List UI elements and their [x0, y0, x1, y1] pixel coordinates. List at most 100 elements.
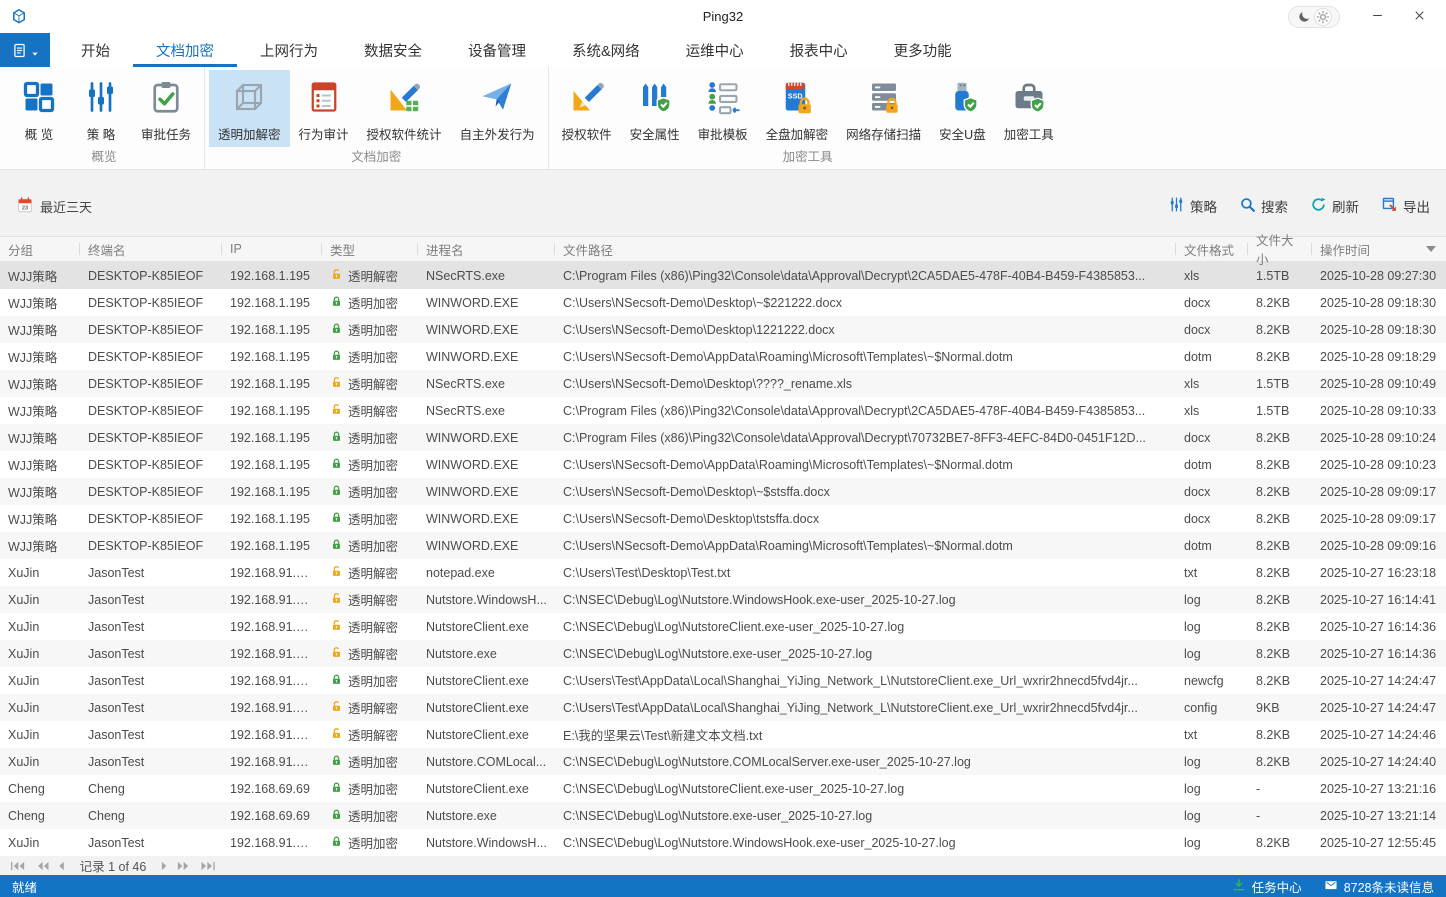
last-page-button[interactable] [199, 861, 216, 871]
table-row[interactable]: XuJinJasonTest192.168.91.140透明加密Nutstore… [0, 667, 1446, 694]
close-button[interactable] [1400, 3, 1438, 31]
app-menu-button[interactable] [0, 33, 50, 67]
ribbon-item-label: 安全属性 [630, 124, 680, 143]
tab-开始[interactable]: 开始 [58, 33, 133, 67]
table-row[interactable]: XuJinJasonTest192.168.91.140透明解密Nutstore… [0, 613, 1446, 640]
cell-process: NutstoreClient.exe [418, 674, 555, 688]
sun-icon[interactable] [1316, 10, 1330, 24]
table-row[interactable]: XuJinJasonTest192.168.91.140透明解密Nutstore… [0, 640, 1446, 667]
table-row[interactable]: ChengCheng192.168.69.69透明加密Nutstore.exeC… [0, 802, 1446, 829]
statusbar: 就绪 任务中心8728条未读信息 [0, 875, 1446, 897]
cell-path: C:\Users\Test\AppData\Local\Shanghai_YiJ… [555, 701, 1176, 715]
table-row[interactable]: WJJ策略DESKTOP-K85IEOF192.168.1.195透明加密WIN… [0, 505, 1446, 532]
table-row[interactable]: WJJ策略DESKTOP-K85IEOF192.168.1.195透明加密WIN… [0, 478, 1446, 505]
type-label: 透明加密 [348, 455, 398, 474]
table-row[interactable]: WJJ策略DESKTOP-K85IEOF192.168.1.195透明解密NSe… [0, 262, 1446, 289]
column-header-size[interactable]: 文件大小 [1248, 237, 1312, 261]
cell-process: NSecRTS.exe [418, 269, 555, 283]
column-header-terminal[interactable]: 终端名 [80, 237, 222, 261]
action-刷新[interactable]: 刷新 [1310, 196, 1359, 216]
ribbon-item-加密工具[interactable]: 加密工具 [995, 70, 1063, 147]
table-row[interactable]: WJJ策略DESKTOP-K85IEOF192.168.1.195透明加密WIN… [0, 316, 1446, 343]
column-header-time[interactable]: 操作时间 [1312, 237, 1446, 261]
ribbon-item-安全U盘[interactable]: 安全U盘 [930, 70, 995, 147]
tab-报表中心[interactable]: 报表中心 [767, 33, 871, 67]
cell-process: Nutstore.WindowsH... [418, 593, 555, 607]
action-导出[interactable]: 导出 [1381, 196, 1430, 216]
sun-icon-wrap[interactable] [1314, 8, 1332, 26]
table-row[interactable]: WJJ策略DESKTOP-K85IEOF192.168.1.195透明加密WIN… [0, 532, 1446, 559]
record-count-label: 记录 1 of 46 [80, 856, 147, 875]
date-range-filter[interactable]: 23 最近三天 [16, 196, 92, 217]
ribbon-item-授权软件[interactable]: 授权软件 [553, 70, 621, 147]
next-page-button[interactable] [161, 861, 168, 871]
minimize-button[interactable] [1358, 3, 1396, 31]
action-搜索[interactable]: 搜索 [1239, 196, 1288, 216]
tab-设备管理[interactable]: 设备管理 [445, 33, 549, 67]
table-row[interactable]: XuJinJasonTest192.168.91.140透明加密Nutstore… [0, 748, 1446, 775]
type-label: 透明加密 [348, 779, 398, 798]
table-row[interactable]: XuJinJasonTest192.168.91.140透明解密Nutstore… [0, 721, 1446, 748]
ribbon-item-授权软件统计[interactable]: 授权软件统计 [358, 70, 451, 147]
moon-icon[interactable] [1297, 10, 1311, 24]
ribbon-item-安全属性[interactable]: 安全属性 [621, 70, 689, 147]
table-row[interactable]: WJJ策略DESKTOP-K85IEOF192.168.1.195透明加密WIN… [0, 451, 1446, 478]
fast-prev-button[interactable] [36, 861, 49, 871]
column-header-group[interactable]: 分组 [0, 237, 80, 261]
type-label: 透明加密 [348, 671, 398, 690]
cell-terminal: JasonTest [80, 728, 222, 742]
table-row[interactable]: WJJ策略DESKTOP-K85IEOF192.168.1.195透明解密NSe… [0, 370, 1446, 397]
ribbon-item-全盘加解密[interactable]: SSD全盘加解密 [757, 70, 838, 147]
cell-time: 2025-10-28 09:09:16 [1312, 539, 1446, 553]
table-row[interactable]: XuJinJasonTest192.168.91.140透明解密notepad.… [0, 559, 1446, 586]
column-header-ip[interactable]: IP [222, 237, 322, 261]
statusbar-item-任务中心[interactable]: 任务中心 [1232, 877, 1302, 896]
cell-terminal: DESKTOP-K85IEOF [80, 485, 222, 499]
cell-type: 透明加密 [322, 806, 418, 825]
ribbon-item-label: 授权软件统计 [367, 124, 442, 143]
column-header-format[interactable]: 文件格式 [1176, 237, 1248, 261]
sort-desc-icon[interactable] [1426, 246, 1436, 252]
action-策略[interactable]: 策略 [1168, 196, 1217, 216]
prev-page-button[interactable] [58, 861, 65, 871]
tab-系统&网络[interactable]: 系统&网络 [549, 33, 663, 67]
table-row[interactable]: WJJ策略DESKTOP-K85IEOF192.168.1.195透明加密WIN… [0, 289, 1446, 316]
table-row[interactable]: XuJinJasonTest192.168.91.140透明加密Nutstore… [0, 829, 1446, 856]
ribbon-item-行为审计[interactable]: 行为审计 [290, 70, 358, 147]
table-row[interactable]: WJJ策略DESKTOP-K85IEOF192.168.1.195透明加密WIN… [0, 424, 1446, 451]
cell-type: 透明解密 [322, 401, 418, 420]
cell-process: NutstoreClient.exe [418, 728, 555, 742]
tab-文档加密[interactable]: 文档加密 [133, 33, 237, 67]
ribbon-item-网络存储扫描[interactable]: 网络存储扫描 [837, 70, 930, 147]
statusbar-item-8728条未读信息[interactable]: 8728条未读信息 [1324, 877, 1434, 896]
tab-数据安全[interactable]: 数据安全 [341, 33, 445, 67]
table-row[interactable]: XuJinJasonTest192.168.91.140透明解密Nutstore… [0, 586, 1446, 613]
theme-toggle[interactable] [1288, 6, 1340, 28]
lock-closed-icon [330, 781, 343, 797]
ribbon-item-审批任务[interactable]: 审批任务 [132, 70, 200, 147]
tab-运维中心[interactable]: 运维中心 [663, 33, 767, 67]
fast-next-button[interactable] [177, 861, 190, 871]
column-header-type[interactable]: 类型 [322, 237, 418, 261]
cell-format: docx [1176, 512, 1248, 526]
ribbon-item-概览[interactable]: 概 览 [8, 70, 70, 147]
cell-size: 8.2KB [1248, 458, 1312, 472]
tab-上网行为[interactable]: 上网行为 [237, 33, 341, 67]
column-header-process[interactable]: 进程名 [418, 237, 555, 261]
table-row[interactable]: WJJ策略DESKTOP-K85IEOF192.168.1.195透明加密WIN… [0, 343, 1446, 370]
lock-closed-icon [330, 430, 343, 446]
tab-更多功能[interactable]: 更多功能 [871, 33, 975, 67]
ribbon-item-自主外发行为[interactable]: 自主外发行为 [451, 70, 544, 147]
column-header-path[interactable]: 文件路径 [555, 237, 1176, 261]
cell-ip: 192.168.69.69 [222, 809, 322, 823]
first-page-button[interactable] [10, 861, 27, 871]
table-row[interactable]: WJJ策略DESKTOP-K85IEOF192.168.1.195透明解密NSe… [0, 397, 1446, 424]
ribbon-item-审批模板[interactable]: 审批模板 [689, 70, 757, 147]
cell-terminal: DESKTOP-K85IEOF [80, 323, 222, 337]
ribbon-item-透明加解密[interactable]: 透明加解密 [209, 70, 290, 147]
ribbon-item-策略[interactable]: 策 略 [70, 70, 132, 147]
cell-size: 8.2KB [1248, 647, 1312, 661]
fence-shield-icon [636, 78, 674, 116]
table-row[interactable]: ChengCheng192.168.69.69透明加密NutstoreClien… [0, 775, 1446, 802]
table-row[interactable]: XuJinJasonTest192.168.91.140透明解密Nutstore… [0, 694, 1446, 721]
